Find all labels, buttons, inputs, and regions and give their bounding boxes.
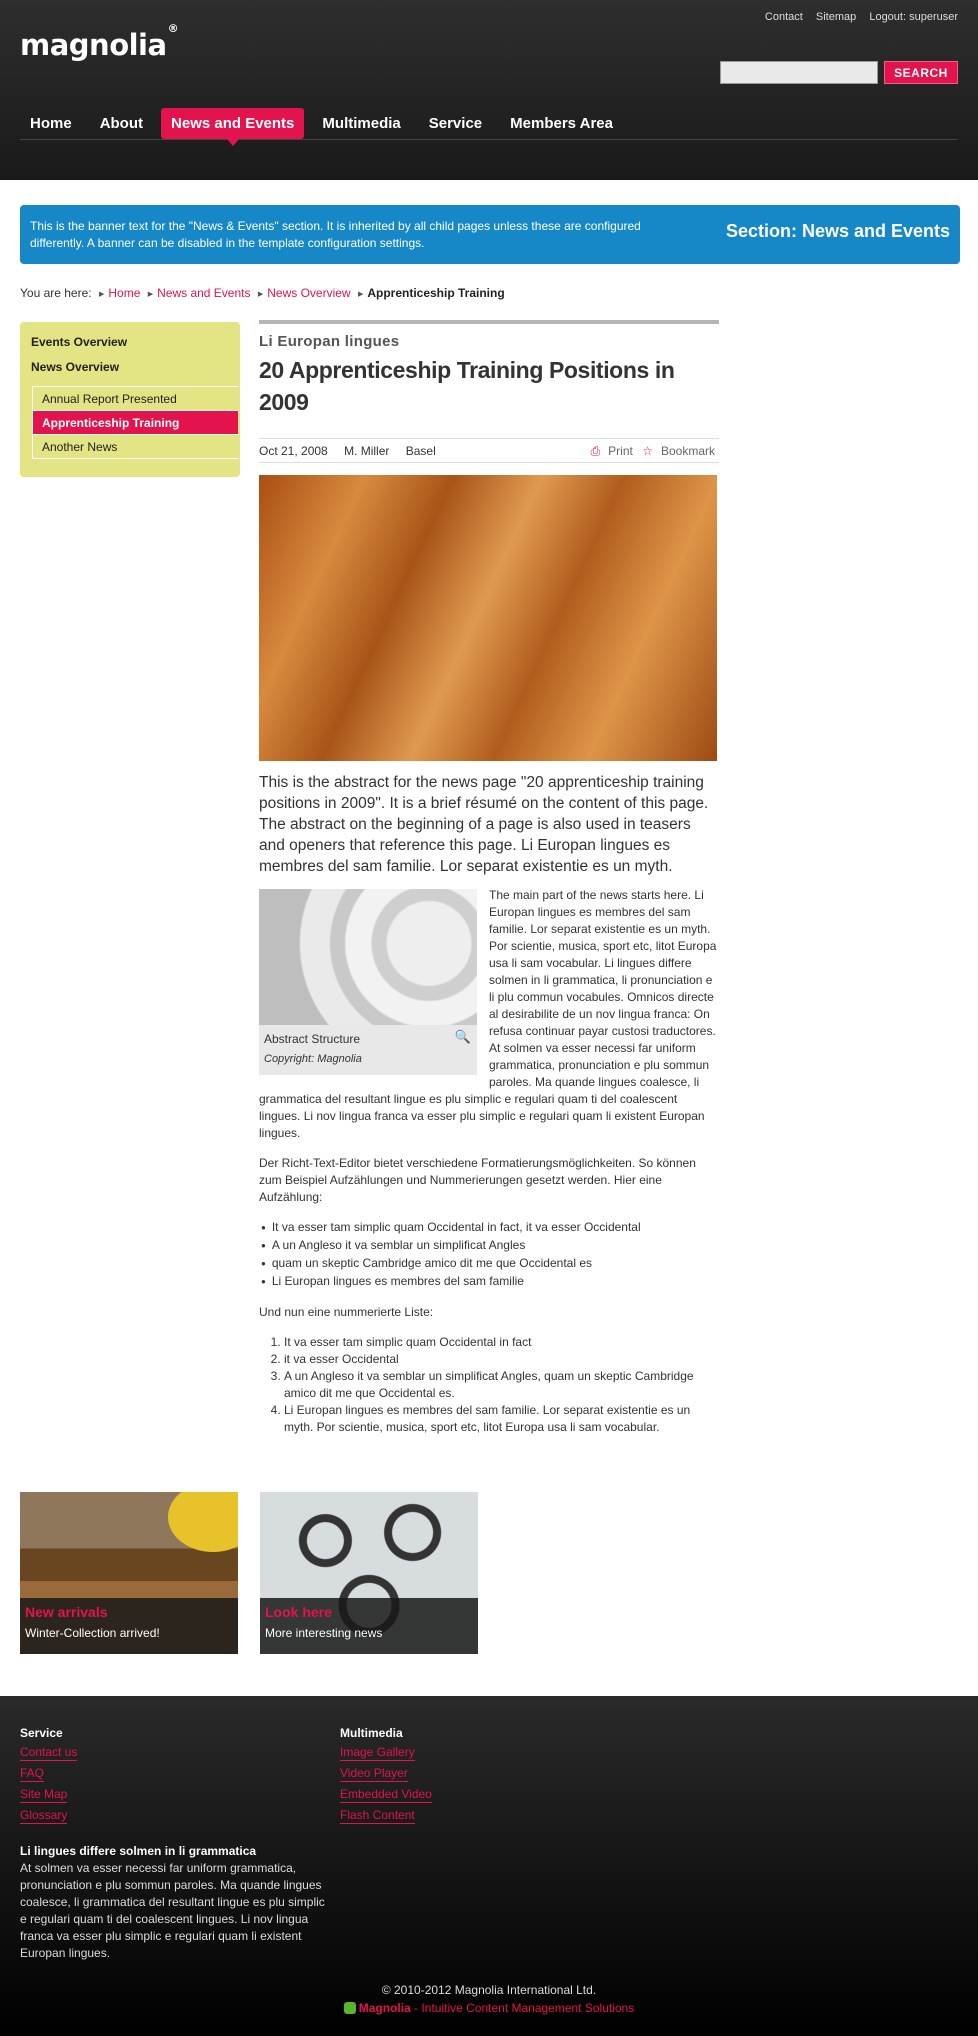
- list-item: Li Europan lingues es membres del sam fa…: [284, 1402, 719, 1436]
- teaser-title[interactable]: Look here: [265, 1604, 473, 1620]
- print-label: Print: [608, 444, 633, 458]
- teaser-overlay: New arrivals Winter-Collection arrived!: [20, 1598, 238, 1654]
- footer-link-glossary[interactable]: Glossary: [20, 1808, 68, 1824]
- article-author: M. Miller: [344, 444, 390, 458]
- footer-column-title: Service: [20, 1726, 63, 1740]
- breadcrumb: You are here: ▶ Home ▶ News and Events ▶ Ne…: [20, 286, 505, 300]
- numbered-list: It va esser tam simplic quam Occidental …: [284, 1334, 719, 1436]
- list-item: It va esser tam simplic quam Occidental …: [259, 1219, 719, 1237]
- footer-service-column: Service Contact us FAQ Site Map Glossary: [20, 1726, 78, 1829]
- search-input[interactable]: [720, 61, 878, 84]
- breadcrumb-separator-icon: ▶: [147, 291, 154, 298]
- teaser-text: Winter-Collection arrived!: [25, 1626, 160, 1640]
- bookmark-button[interactable]: ☆ Bookmark: [642, 444, 715, 458]
- article-date: Oct 21, 2008: [259, 444, 328, 458]
- section-banner: This is the banner text for the "News & …: [20, 205, 960, 264]
- article-kicker: Li Europan lingues: [259, 333, 400, 350]
- powered-by[interactable]: Magnolia - Intuitive Content Management …: [0, 2001, 978, 2015]
- footer-column-title: Multimedia: [340, 1726, 403, 1740]
- breadcrumb-current: Apprenticeship Training: [367, 286, 505, 300]
- breadcrumb-separator-icon: ▶: [257, 291, 264, 298]
- nav-news-and-events[interactable]: News and Events: [161, 108, 305, 146]
- nav-members-area[interactable]: Members Area: [500, 108, 623, 139]
- article-location: Basel: [405, 444, 436, 458]
- breadcrumb-news-and-events[interactable]: News and Events: [157, 286, 250, 300]
- footer-blurb: Li lingues differe solmen in li grammati…: [20, 1844, 325, 1962]
- subnav-item-apprenticeship-training[interactable]: Apprenticeship Training: [33, 411, 238, 435]
- footer-link-contact-us[interactable]: Contact us: [20, 1745, 78, 1761]
- copyright: © 2010-2012 Magnolia International Ltd.: [381, 1983, 597, 1997]
- article-title: 20 Apprenticeship Training Positions in …: [259, 357, 675, 415]
- body-paragraph: Der Richt-Text-Editor bietet verschieden…: [259, 1156, 696, 1204]
- footer-link-embedded-video[interactable]: Embedded Video: [340, 1787, 432, 1803]
- article-tools: ⎙ Print ☆ Bookmark: [585, 439, 715, 463]
- registered-mark: ®: [167, 22, 179, 36]
- print-button[interactable]: ⎙ Print: [591, 444, 633, 458]
- footer-link-site-map[interactable]: Site Map: [20, 1787, 68, 1803]
- bookmark-label: Bookmark: [660, 444, 715, 458]
- nav-service[interactable]: Service: [419, 108, 492, 139]
- list-item: A un Angleso it va semblar un simplifica…: [259, 1237, 719, 1255]
- subnav-events-overview[interactable]: Events Overview: [31, 335, 127, 349]
- footer-link-video-player[interactable]: Video Player: [340, 1766, 408, 1782]
- teaser-new-arrivals[interactable]: New arrivals Winter-Collection arrived!: [20, 1492, 238, 1654]
- site-footer: Service Contact us FAQ Site Map Glossary…: [0, 1696, 978, 2036]
- article-meta: Oct 21, 2008 M. Miller Basel ⎙ Print ☆ Boo…: [259, 438, 719, 463]
- article-top-rule: [259, 320, 719, 324]
- main-navigation: Home About News and Events Multimedia Se…: [20, 108, 958, 146]
- search-form: SEARCH: [720, 61, 958, 84]
- subnav-item-annual-report[interactable]: Annual Report Presented: [33, 387, 238, 411]
- breadcrumb-home[interactable]: Home: [108, 286, 140, 300]
- breadcrumb-separator-icon: ▶: [98, 291, 105, 298]
- magnolia-icon: [343, 2002, 356, 2014]
- footer-link-flash-content[interactable]: Flash Content: [340, 1808, 415, 1824]
- teaser-title[interactable]: New arrivals: [25, 1604, 233, 1620]
- article-body: The main part of the news starts here. L…: [259, 887, 719, 1436]
- bullet-list: It va esser tam simplic quam Occidental …: [259, 1219, 719, 1291]
- subnav-item-another-news[interactable]: Another News: [33, 435, 238, 459]
- sub-navigation: Events Overview News Overview Annual Rep…: [20, 322, 240, 477]
- nav-home[interactable]: Home: [20, 108, 82, 139]
- nav-multimedia[interactable]: Multimedia: [312, 108, 410, 139]
- magnolia-logo[interactable]: magnolia®: [20, 22, 179, 62]
- subnav-list: Annual Report Presented Apprenticeship T…: [32, 386, 238, 459]
- powered-text: - Intuitive Content Management Solutions: [410, 2001, 635, 2015]
- search-button[interactable]: SEARCH: [884, 61, 958, 84]
- body-paragraph: Und nun eine nummerierte Liste:: [259, 1305, 434, 1319]
- article-lead-image: [259, 475, 717, 761]
- article: Li Europan lingues 20 Apprenticeship Tra…: [259, 320, 719, 1434]
- list-item: A un Angleso it va semblar un simplifica…: [284, 1368, 719, 1402]
- list-item: Li Europan lingues es membres del sam fa…: [259, 1273, 719, 1291]
- star-icon: ☆: [642, 444, 653, 458]
- breadcrumb-prefix: You are here:: [20, 286, 92, 300]
- footer-link-faq[interactable]: FAQ: [20, 1766, 45, 1782]
- footer-multimedia-column: Multimedia Image Gallery Video Player Em…: [340, 1726, 432, 1829]
- sitemap-link[interactable]: Sitemap: [816, 11, 856, 23]
- list-item: it va esser Occidental: [284, 1351, 719, 1368]
- teaser-look-here[interactable]: Look here More interesting news: [260, 1492, 478, 1654]
- teaser-text: More interesting news: [265, 1626, 383, 1640]
- printer-icon: ⎙: [590, 444, 601, 458]
- teaser-overlay: Look here More interesting news: [260, 1598, 478, 1654]
- banner-text: This is the banner text for the "News & …: [30, 219, 641, 250]
- list-item: It va esser tam simplic quam Occidental …: [284, 1334, 719, 1351]
- logo-text: magnolia: [20, 28, 167, 62]
- list-item: quam un skeptic Cambridge amico dit me q…: [259, 1255, 719, 1273]
- powered-brand: Magnolia: [358, 2001, 411, 2015]
- breadcrumb-news-overview[interactable]: News Overview: [267, 286, 350, 300]
- article-abstract: This is the abstract for the news page "…: [259, 774, 709, 875]
- banner-section-title: Section: News and Events: [725, 221, 950, 241]
- subnav-news-overview[interactable]: News Overview: [31, 360, 119, 374]
- breadcrumb-separator-icon: ▶: [357, 291, 364, 298]
- site-header: magnolia® Contact Sitemap Logout: superu…: [0, 0, 978, 180]
- footer-blurb-title: Li lingues differe solmen in li grammati…: [20, 1844, 257, 1858]
- contact-link[interactable]: Contact: [765, 11, 803, 23]
- logout-link[interactable]: Logout: superuser: [869, 11, 958, 23]
- footer-link-image-gallery[interactable]: Image Gallery: [340, 1745, 415, 1761]
- meta-navigation: Contact Sitemap Logout: superuser: [755, 11, 958, 23]
- footer-blurb-text: At solmen va esser necessi far uniform g…: [20, 1861, 325, 1960]
- nav-about[interactable]: About: [90, 108, 153, 139]
